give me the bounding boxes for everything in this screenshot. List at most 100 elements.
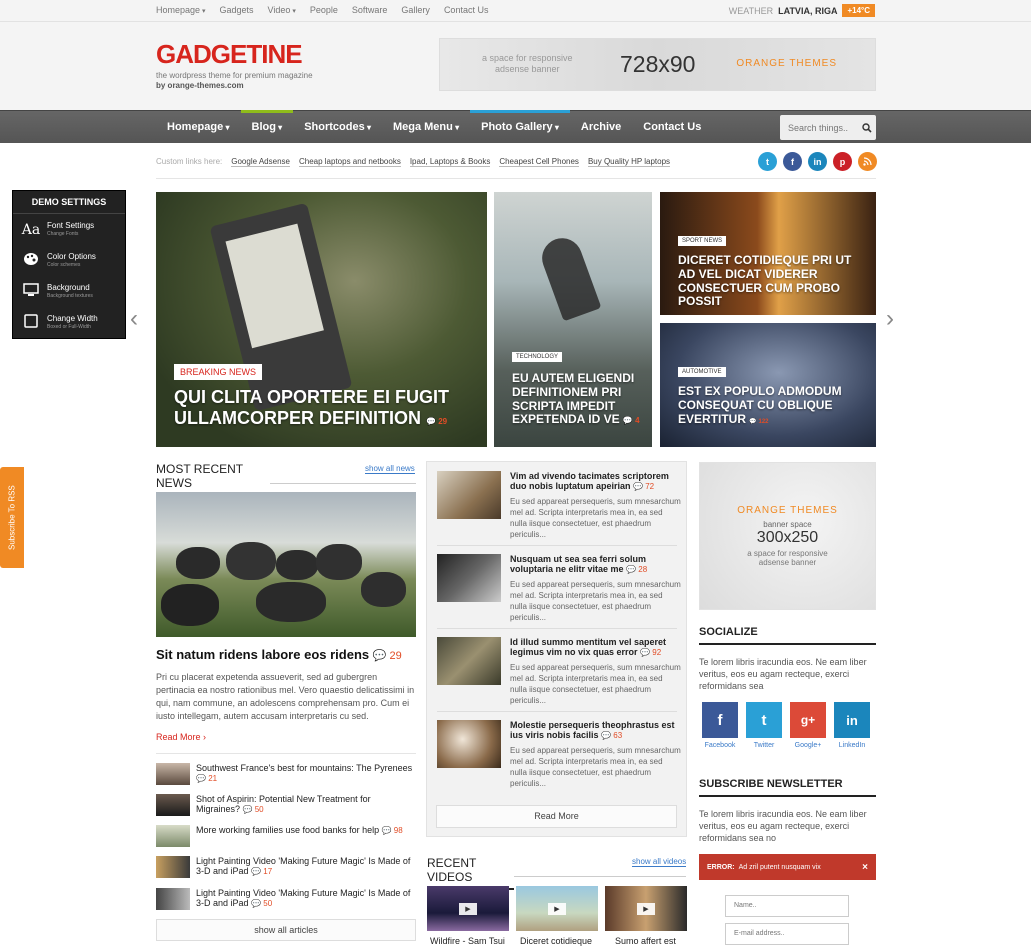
slide-mid[interactable]: TECHNOLOGY EU AUTEM ELIGENDI DEFINITIONE…	[494, 192, 652, 447]
rss-icon[interactable]	[858, 152, 877, 171]
custom-link-3[interactable]: Ipad, Laptops & Books	[409, 157, 491, 167]
nav-mega-menu[interactable]: Mega Menu	[382, 111, 470, 144]
read-more-button[interactable]: Read More	[436, 805, 677, 828]
slide-main[interactable]: BREAKING NEWS QUI CLITA OPORTERE EI FUGI…	[156, 192, 487, 447]
list-item[interactable]: Nusquam ut sea sea ferri solum voluptari…	[437, 554, 681, 623]
demo-item-label: Font Settings	[47, 220, 95, 230]
facebook-icon[interactable]: f	[702, 702, 738, 738]
slider-next-icon[interactable]: ›	[886, 305, 894, 333]
custom-link-4[interactable]: Cheapest Cell Phones	[499, 157, 579, 167]
subscribe-rss-tab[interactable]: Subscribe To RSS	[0, 467, 24, 568]
twitter-icon[interactable]: t	[746, 702, 782, 738]
linkedin-icon[interactable]: in	[834, 702, 870, 738]
nav-blog[interactable]: Blog	[240, 110, 294, 144]
search-box[interactable]: Search things..	[780, 115, 876, 140]
divider	[437, 711, 677, 712]
demo-change-width[interactable]: Change Width Boxed or Full-Width	[13, 307, 125, 338]
top-nav-gadgets[interactable]: Gadgets	[220, 5, 254, 15]
pinterest-icon[interactable]: p	[833, 152, 852, 171]
list-item[interactable]: Vim ad vivendo tacimates scriptorem duo …	[437, 471, 681, 540]
comment-count: 💬 63	[601, 731, 623, 740]
name-field[interactable]: Name..	[725, 895, 849, 917]
linkedin-icon[interactable]: in	[808, 152, 827, 171]
logo[interactable]: GADGETINE the wordpress theme for premiu…	[156, 39, 313, 91]
slide-tag[interactable]: AUTOMOTIVE	[678, 367, 726, 377]
top-nav-homepage[interactable]: Homepage	[156, 5, 206, 15]
feature-title[interactable]: Sit natum ridens labore eos ridens 💬 29	[156, 647, 402, 662]
article-excerpt: Eu sed appareat persequeris, sum mnesarc…	[510, 580, 681, 622]
tablet-icon	[21, 314, 41, 331]
google-plus-icon[interactable]: g+	[790, 702, 826, 738]
slide-right-bottom[interactable]: AUTOMOTIVE EST EX POPULO ADMODUM CONSEQU…	[660, 323, 876, 447]
slide-tag[interactable]: SPORT NEWS	[678, 236, 727, 246]
slide-main-title[interactable]: QUI CLITA OPORTERE EI FUGIT ULLAMCORPER …	[174, 387, 474, 428]
sidebar-ad-banner[interactable]: ORANGE THEMES banner space 300x250 a spa…	[699, 462, 876, 610]
ad-line1: a space for responsive	[747, 549, 828, 558]
demo-color-options[interactable]: Color Options Color schemes	[13, 245, 125, 276]
list-item[interactable]: Southwest France's best for mountains: T…	[156, 763, 416, 785]
weather-widget: WEATHER LATVIA, RIGA +14°C	[729, 4, 875, 17]
show-all-news-link[interactable]: show all news	[365, 464, 415, 474]
google-plus-label[interactable]: Google+	[788, 742, 828, 749]
story-thumb	[156, 825, 190, 847]
top-nav-contact[interactable]: Contact Us	[444, 5, 489, 15]
facebook-icon[interactable]: f	[783, 152, 802, 171]
top-nav-software[interactable]: Software	[352, 5, 388, 15]
search-input[interactable]: Search things..	[780, 123, 858, 133]
slider-prev-icon[interactable]: ‹	[130, 305, 138, 333]
close-icon[interactable]: ×	[862, 862, 868, 873]
list-item[interactable]: More working families use food banks for…	[156, 825, 416, 847]
demo-font-settings[interactable]: Aa Font Settings Change Fonts	[13, 214, 125, 245]
video-caption[interactable]: Wildfire - Sam Tsui	[430, 936, 505, 946]
nav-archive[interactable]: Archive	[570, 111, 632, 144]
rock	[276, 550, 318, 580]
video-thumb[interactable]: ▶	[516, 886, 598, 931]
read-more-link[interactable]: Read More ›	[156, 732, 206, 742]
top-nav-gallery[interactable]: Gallery	[401, 5, 430, 15]
list-item[interactable]: Id illud summo mentitum vel saperet legi…	[437, 637, 681, 706]
ad-small-text: banner space	[763, 520, 812, 529]
twitter-icon[interactable]: t	[758, 152, 777, 171]
nav-shortcodes[interactable]: Shortcodes	[293, 111, 382, 144]
article-excerpt: Eu sed appareat persequeris, sum mnesarc…	[510, 663, 681, 705]
linkedin-label[interactable]: LinkedIn	[832, 742, 872, 749]
search-icon[interactable]	[858, 115, 876, 140]
top-nav-video[interactable]: Video	[268, 5, 296, 15]
demo-background[interactable]: Background Background textures	[13, 276, 125, 307]
weather-location[interactable]: LATVIA, RIGA	[778, 6, 837, 16]
custom-link-5[interactable]: Buy Quality HP laptops	[587, 157, 671, 167]
facebook-label[interactable]: Facebook	[700, 742, 740, 749]
comment-count-value: 17	[263, 867, 273, 876]
list-item[interactable]: Shot of Aspirin: Potential New Treatment…	[156, 794, 416, 816]
top-ad-banner[interactable]: a space for responsive adsense banner 72…	[439, 38, 876, 91]
slide-tag[interactable]: BREAKING NEWS	[174, 364, 263, 380]
feature-image[interactable]	[156, 492, 416, 637]
tagline-line2: by orange-themes.com	[156, 81, 244, 90]
slide-mid-title[interactable]: EU AUTEM ELIGENDI DEFINITIONEM PRI SCRIP…	[512, 371, 642, 427]
comment-count-value: 63	[613, 731, 623, 740]
show-all-articles-button[interactable]: show all articles	[156, 919, 416, 941]
monitor-icon	[21, 283, 41, 300]
list-item[interactable]: Light Painting Video 'Making Future Magi…	[156, 888, 416, 910]
twitter-label[interactable]: Twitter	[744, 742, 784, 749]
video-thumb[interactable]: ▶	[605, 886, 687, 931]
show-all-videos-link[interactable]: show all videos	[632, 857, 687, 867]
video-thumb[interactable]: ▶	[427, 886, 509, 931]
custom-link-2[interactable]: Cheap laptops and netbooks	[298, 157, 401, 167]
slide-right-bottom-title[interactable]: EST EX POPULO ADMODUM CONSEQUAT CU OBLIQ…	[678, 384, 868, 426]
font-icon: Aa	[21, 221, 41, 238]
nav-homepage[interactable]: Homepage	[156, 111, 241, 144]
comment-count: 💬 29	[372, 650, 402, 662]
video-caption[interactable]: Diceret cotidieque	[520, 936, 592, 946]
slide-right-top-title[interactable]: DICERET COTIDIEQUE PRI UT AD VEL DICAT V…	[678, 253, 868, 309]
list-item[interactable]: Molestie persequeris theophrastus est iu…	[437, 720, 681, 789]
slide-tag[interactable]: TECHNOLOGY	[512, 352, 563, 362]
nav-photo-gallery[interactable]: Photo Gallery	[470, 110, 570, 144]
top-nav-people[interactable]: People	[310, 5, 338, 15]
slide-right-top[interactable]: SPORT NEWS DICERET COTIDIEQUE PRI UT AD …	[660, 192, 876, 315]
nav-contact[interactable]: Contact Us	[632, 111, 712, 144]
custom-link-1[interactable]: Google Adsense	[231, 157, 290, 167]
video-caption[interactable]: Sumo affert est	[615, 936, 676, 946]
list-item[interactable]: Light Painting Video 'Making Future Magi…	[156, 856, 416, 878]
email-field[interactable]: E-mail address..	[725, 923, 849, 945]
